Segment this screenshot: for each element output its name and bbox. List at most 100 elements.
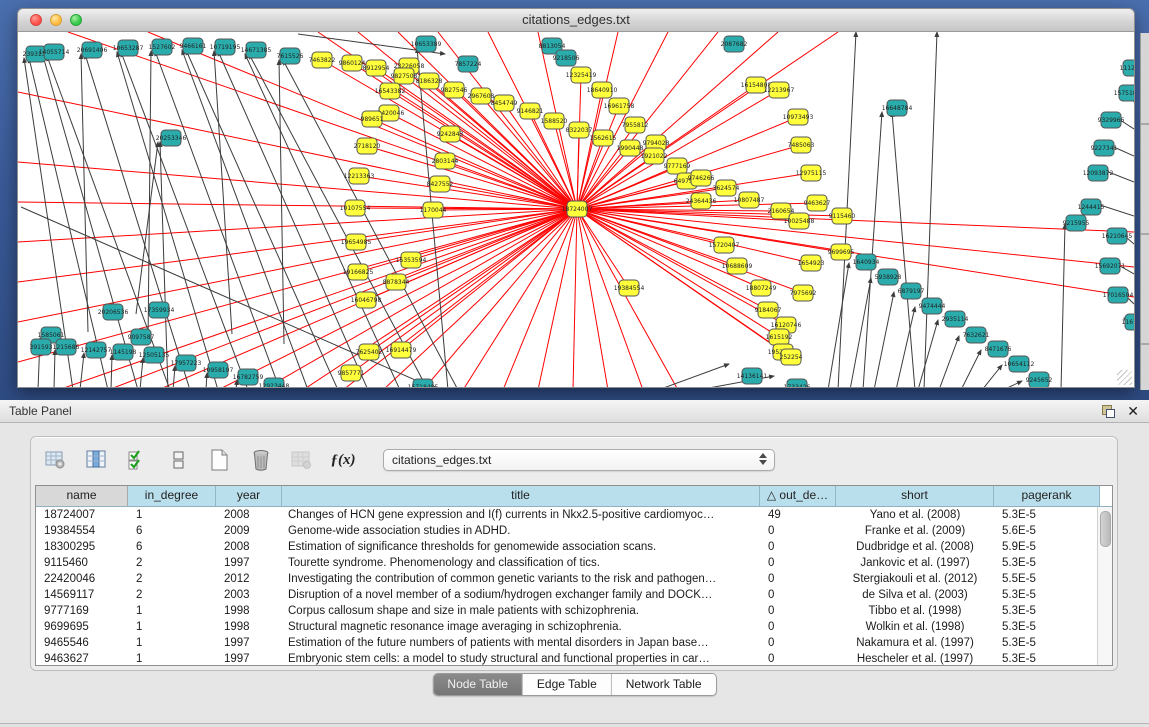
graph-node[interactable]: 1167533 (1122, 314, 1134, 330)
table-row[interactable]: 969969511998Structural magnetic resonanc… (36, 619, 1112, 635)
graph-node[interactable]: 9245652 (1026, 372, 1053, 387)
graph-node[interactable]: 8427552 (427, 176, 454, 192)
graph-node[interactable]: 18640910 (587, 82, 618, 98)
graph-node[interactable]: 1615192 (766, 329, 793, 345)
graph-node[interactable]: 8186328 (416, 73, 443, 89)
graph-node[interactable]: 10807487 (734, 192, 765, 208)
network-canvas-area[interactable]: 2393136140557142069140610653287152760294… (17, 32, 1135, 388)
table-row[interactable]: 1830029562008Estimation of significance … (36, 539, 1112, 555)
graph-node[interactable]: 10107554 (340, 200, 371, 216)
graph-node[interactable]: 8322037 (566, 122, 593, 138)
graph-node[interactable]: 1145198 (110, 344, 137, 360)
graph-node[interactable]: 12975115 (796, 165, 827, 181)
zoom-window-button[interactable] (70, 14, 82, 26)
column-header-short[interactable]: short (836, 486, 994, 506)
table-row[interactable]: 2242004622012Investigating the contribut… (36, 571, 1112, 587)
tab-node-table[interactable]: Node Table (433, 674, 523, 695)
table-selector-dropdown[interactable]: citations_edges.txt (383, 449, 775, 471)
table-vertical-scrollbar[interactable] (1097, 507, 1112, 665)
table-row[interactable]: 946554611997Estimation of the future num… (36, 635, 1112, 651)
new-table-icon[interactable] (207, 447, 233, 473)
graph-node[interactable]: 8912954 (363, 60, 390, 76)
table-row[interactable]: 1872400712008Changes of HCN gene express… (36, 507, 1112, 523)
column-header-pagerank[interactable]: pagerank (994, 486, 1100, 506)
graph-node[interactable]: 15720407 (709, 237, 740, 253)
graph-node[interactable]: 391593 (30, 339, 53, 355)
graph-node[interactable]: 10688609 (722, 258, 753, 274)
graph-node[interactable]: 9474444 (919, 298, 946, 314)
column-header-title[interactable]: title (282, 486, 760, 506)
graph-node[interactable]: 2935114 (942, 311, 969, 327)
table-row[interactable]: 1938455462009Genome-wide association stu… (36, 523, 1112, 539)
graph-node[interactable]: 9097587 (128, 329, 155, 345)
graph-node[interactable]: 9857771 (338, 365, 365, 381)
graph-node[interactable]: 15353594 (396, 252, 427, 268)
graph-node[interactable]: 9218506 (553, 50, 580, 66)
column-header-out_degree[interactable]: △ out_de… (760, 486, 836, 506)
graph-node[interactable]: 16648784 (882, 100, 913, 116)
graph-node[interactable]: 16961758 (604, 98, 635, 114)
graph-node[interactable]: 2087682 (721, 36, 748, 52)
graph-node[interactable]: 1562615 (590, 130, 617, 146)
graph-node[interactable]: 5938928 (875, 269, 902, 285)
graph-node[interactable]: 1588520 (541, 113, 568, 129)
column-header-name[interactable]: name (36, 486, 128, 506)
graph-node[interactable]: 8878344 (383, 274, 410, 290)
network-graph[interactable]: 2393136140557142069140610653287152760294… (18, 32, 1134, 387)
graph-node[interactable]: 7485063 (788, 137, 815, 153)
graph-node[interactable]: 1170044 (420, 202, 447, 218)
graph-node[interactable]: 6879197 (898, 283, 925, 299)
graph-node[interactable]: 9777169 (664, 158, 691, 174)
graph-node[interactable]: 12923448 (259, 378, 290, 387)
scrollbar-thumb[interactable] (1100, 511, 1111, 547)
column-header-year[interactable]: year (216, 486, 282, 506)
graph-node[interactable]: 7615526 (277, 48, 304, 64)
graph-node[interactable]: 17957223 (171, 355, 202, 371)
graph-node[interactable]: 8454749 (491, 95, 518, 111)
graph-node[interactable]: 1654923 (798, 255, 825, 271)
graph-node[interactable]: 9466161 (180, 38, 207, 54)
window-titlebar[interactable]: citations_edges.txt (17, 8, 1135, 32)
delete-table-icon[interactable] (248, 447, 274, 473)
graph-node[interactable]: 7955812 (622, 117, 649, 133)
graph-node[interactable]: 15692071 (1095, 258, 1126, 274)
graph-node[interactable]: 12093872 (1083, 165, 1114, 181)
graph-node[interactable]: 9115460 (829, 208, 856, 224)
graph-node[interactable]: 1640934 (853, 254, 880, 270)
graph-node[interactable]: 10654112 (1004, 356, 1035, 372)
table-settings-icon[interactable] (43, 447, 69, 473)
graph-node[interactable]: 9699695 (828, 244, 855, 260)
graph-node[interactable]: 7463822 (309, 52, 336, 68)
float-panel-icon[interactable] (1102, 405, 1115, 418)
graph-node[interactable]: 15751874 (1114, 85, 1134, 101)
graph-node[interactable]: 18807249 (746, 280, 777, 296)
graph-node[interactable]: 9860124 (339, 55, 366, 71)
close-window-button[interactable] (30, 14, 42, 26)
row-height-icon[interactable] (166, 447, 192, 473)
tab-network-table[interactable]: Network Table (612, 674, 716, 695)
graph-node[interactable]: 15718485 (408, 379, 439, 387)
column-header-in_degree[interactable]: in_degree (128, 486, 216, 506)
window-resize-grip[interactable] (1117, 370, 1132, 385)
graph-node[interactable]: 3624574 (713, 180, 740, 196)
graph-node[interactable]: 1990448 (617, 140, 644, 156)
tab-edge-table[interactable]: Edge Table (523, 674, 612, 695)
graph-node[interactable]: 12213363 (344, 168, 375, 184)
column-visibility-icon[interactable] (84, 447, 110, 473)
graph-node[interactable]: 10973493 (783, 109, 814, 125)
graph-node[interactable]: 1527602 (149, 39, 176, 55)
graph-node[interactable]: 12325419 (566, 67, 597, 83)
graph-node[interactable]: 2718120 (354, 138, 381, 154)
graph-node[interactable]: 9463627 (804, 195, 831, 211)
graph-node[interactable]: 9329966 (1098, 112, 1125, 128)
graph-node[interactable]: 9227341 (1091, 140, 1118, 156)
graph-node[interactable]: 252254 (780, 349, 803, 365)
graph-node[interactable]: 7625402 (356, 344, 383, 360)
graph-node[interactable]: 7975692 (790, 285, 817, 301)
graph-node[interactable]: 9827546 (441, 82, 468, 98)
graph-node[interactable]: 12142757 (81, 342, 112, 358)
graph-node[interactable]: 7632621 (963, 327, 990, 343)
graph-node[interactable]: 9215955 (1063, 215, 1090, 231)
close-panel-icon[interactable]: ✕ (1127, 400, 1139, 423)
graph-node[interactable]: 2803144 (432, 153, 459, 169)
